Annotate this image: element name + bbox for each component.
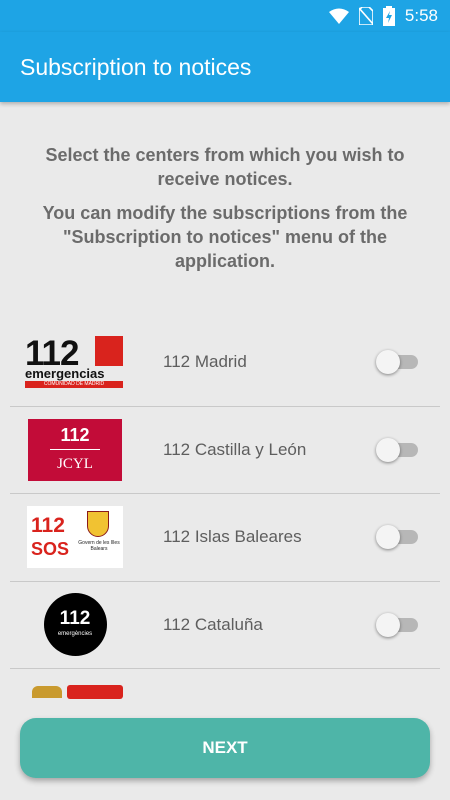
logo-text: emergencias bbox=[25, 366, 105, 382]
toggle-switch[interactable] bbox=[376, 437, 420, 462]
battery-charging-icon bbox=[382, 6, 395, 26]
intro-line-2: You can modify the subscriptions from th… bbox=[42, 203, 408, 271]
madrid-flag-icon bbox=[95, 336, 123, 367]
list-item-baleares[interactable]: 112 SOS Govern de les Illes Balears 112 … bbox=[10, 494, 440, 582]
no-sim-icon bbox=[358, 7, 373, 25]
list-item-partial[interactable] bbox=[10, 669, 440, 699]
logo-subtext: COMUNIDAD DE MADRID bbox=[43, 381, 105, 388]
logo-112-jcyl: 112 JCYL bbox=[10, 406, 140, 493]
coat-of-arms-icon bbox=[87, 511, 109, 538]
logo-number: 112 bbox=[60, 424, 90, 445]
logo-112-madrid: 112 emergencias COMUNIDAD DE MADRID bbox=[10, 319, 140, 406]
partial-logo bbox=[67, 685, 123, 699]
center-label: 112 Cataluña bbox=[163, 614, 263, 634]
status-time: 5:58 bbox=[404, 6, 438, 25]
crown-icon bbox=[32, 686, 62, 698]
center-label: 112 Islas Baleares bbox=[163, 527, 302, 547]
logo-text: emergències bbox=[57, 631, 93, 638]
logo-112-baleares: 112 SOS Govern de les Illes Balears bbox=[10, 494, 140, 581]
toggle-switch[interactable] bbox=[376, 525, 420, 550]
center-label: 112 Madrid bbox=[163, 352, 247, 372]
toggle-switch[interactable] bbox=[376, 612, 420, 637]
toggle-switch[interactable] bbox=[376, 350, 420, 375]
next-button[interactable]: NEXT bbox=[20, 718, 430, 778]
list-item-cataluna[interactable]: 112 emergències 112 Cataluña bbox=[10, 581, 440, 669]
centers-list: 112 emergencias COMUNIDAD DE MADRID 112 … bbox=[10, 319, 440, 699]
logo-number: 112 bbox=[59, 608, 91, 630]
page-title: Subscription to notices bbox=[20, 53, 252, 80]
logo-text: SOS bbox=[31, 539, 70, 560]
status-bar: 5:58 bbox=[0, 0, 450, 32]
app-bar: Subscription to notices bbox=[0, 32, 450, 102]
wifi-icon bbox=[328, 8, 349, 24]
intro-text: Select the centers from which you wish t… bbox=[0, 143, 450, 273]
logo-text: JCYL bbox=[57, 455, 93, 472]
main-content: Select the centers from which you wish t… bbox=[0, 102, 450, 800]
intro-line-1: Select the centers from which you wish t… bbox=[45, 145, 405, 189]
logo-112-cataluna: 112 emergències bbox=[10, 581, 140, 668]
center-label: 112 Castilla y León bbox=[163, 439, 307, 459]
logo-subtext: Govern de les Illes Balears bbox=[78, 540, 120, 553]
list-item-castilla-leon[interactable]: 112 JCYL 112 Castilla y León bbox=[10, 406, 440, 494]
list-item-madrid[interactable]: 112 emergencias COMUNIDAD DE MADRID 112 … bbox=[10, 319, 440, 407]
logo-number: 112 bbox=[31, 514, 65, 538]
